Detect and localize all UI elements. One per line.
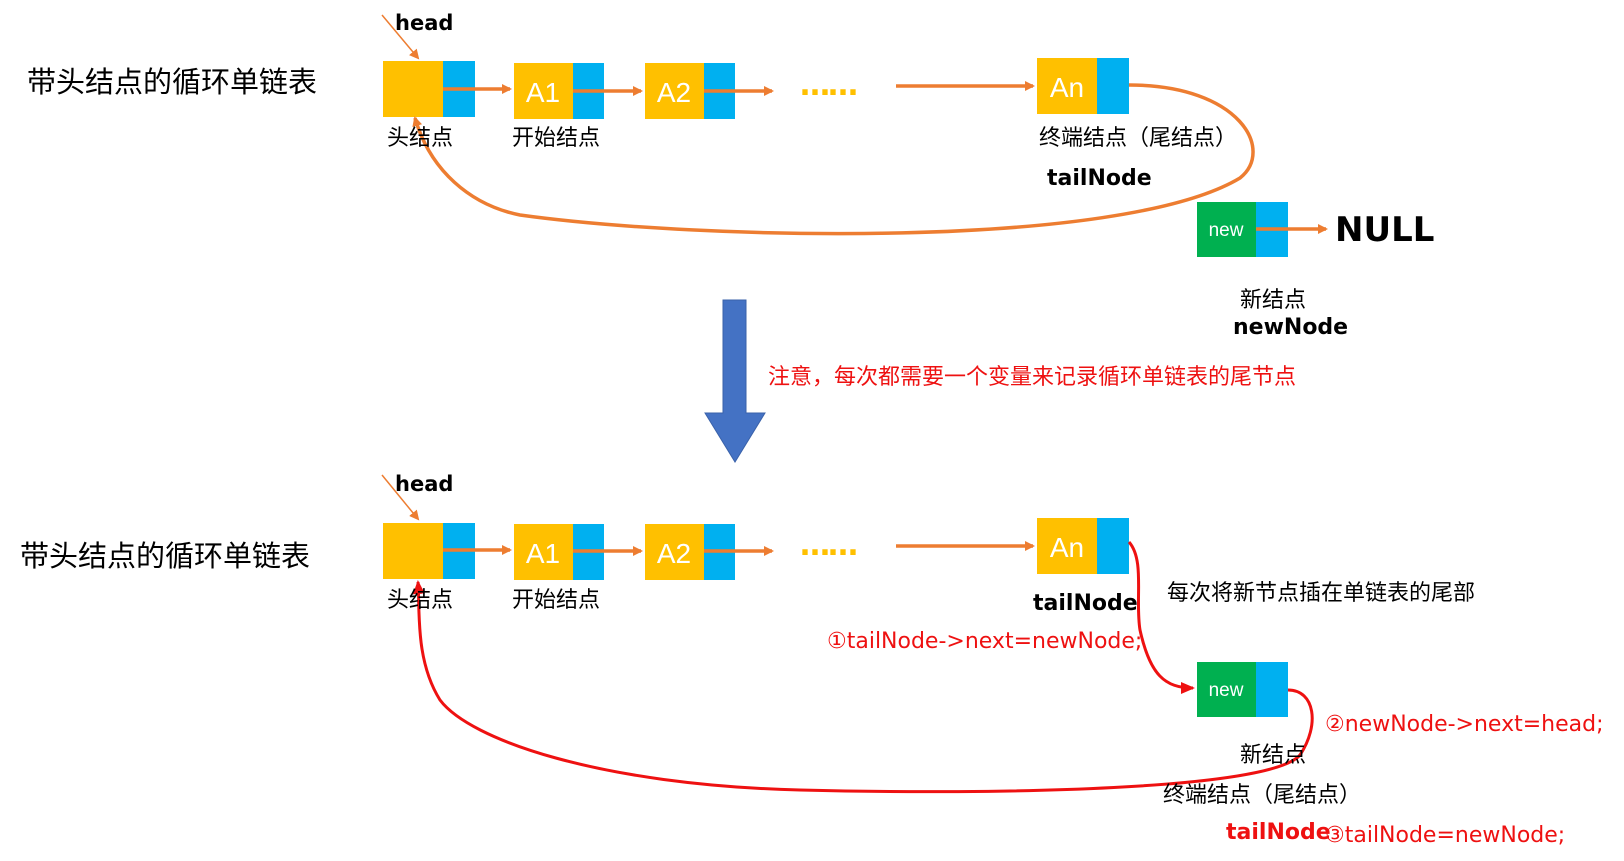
new-node-bottom-text: new [1209,680,1244,701]
node-an-bottom: An [1037,518,1129,574]
step3-text: ③tailNode=newNode; [1325,823,1566,848]
bottom-head-label: head [395,472,454,496]
node-an-bottom-text: An [1050,532,1084,563]
step1-text: ①tailNode->next=newNode; [827,629,1143,654]
top-tail-node-name: tailNode [1047,166,1152,191]
bottom-insert-note: 每次将新节点插在单链表的尾部 [1167,581,1476,606]
top-title: 带头结点的循环单链表 [27,65,318,99]
null-text: NULL [1335,210,1434,250]
top-new-node-label: 新结点 [1240,288,1307,313]
bottom-tail-node-name: tailNode [1033,591,1138,616]
node-an-text: An [1050,72,1084,103]
node-a1-text: A1 [526,77,560,108]
red-arrow-tail-to-new [1127,541,1195,694]
node-an: An [1037,58,1129,114]
top-tail-node-label: 终端结点（尾结点） [1039,126,1238,151]
top-head-node-label: 头结点 [387,126,454,151]
top-head-label: head [395,11,454,35]
bottom-first-node-label: 开始结点 [512,588,601,613]
step2-text: ②newNode->next=head; [1325,712,1604,737]
top-first-node-label: 开始结点 [512,126,601,151]
bottom-tail-node-label: 终端结点（尾结点） [1163,783,1362,808]
ellipsis-bottom: …… [800,528,856,563]
node-a2-text: A2 [657,77,691,108]
down-arrow [704,299,766,463]
new-node-text: new [1209,220,1244,241]
top-new-node-name: newNode [1233,315,1349,340]
new-node-bottom: new [1197,662,1288,717]
node-a2-bottom-text: A2 [657,538,691,569]
bottom-title: 带头结点的循环单链表 [20,539,311,573]
ellipsis: …… [800,68,856,103]
node-a1-bottom-text: A1 [526,538,560,569]
bottom-tail-node-name-2: tailNode [1226,820,1331,845]
middle-note: 注意，每次都需要一个变量来记录循环单链表的尾节点 [768,365,1297,390]
bottom-new-node-label: 新结点 [1240,743,1307,768]
bottom-head-node-label: 头结点 [387,588,454,613]
